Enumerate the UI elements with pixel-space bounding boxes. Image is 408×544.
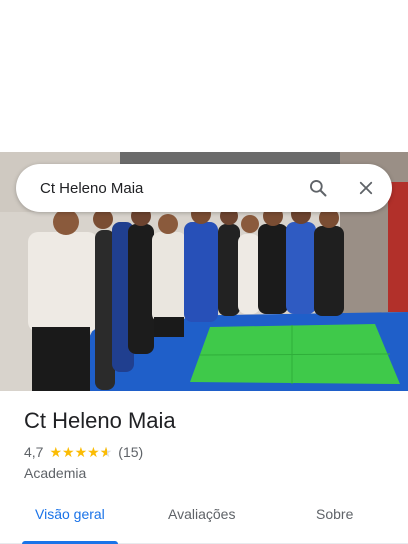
search-bar[interactable]: Ct Heleno Maia xyxy=(16,164,392,212)
tab-about[interactable]: Sobre xyxy=(316,506,353,522)
tab-bar: Visão geral Avaliações Sobre xyxy=(0,496,408,544)
rating-row[interactable]: 4,7 ★ ★ ★ ★ ★ (15) xyxy=(24,444,143,460)
tab-overview[interactable]: Visão geral xyxy=(35,506,105,522)
star-icon: ★ xyxy=(74,444,88,460)
search-input[interactable]: Ct Heleno Maia xyxy=(40,180,282,197)
close-icon[interactable] xyxy=(354,176,378,200)
star-half-icon: ★ xyxy=(100,444,113,460)
place-title: Ct Heleno Maia xyxy=(24,408,176,433)
star-icon: ★ xyxy=(49,444,63,460)
blank-area xyxy=(0,0,408,152)
star-icon: ★ xyxy=(62,444,75,460)
place-category: Academia xyxy=(24,465,87,481)
star-icon: ★ xyxy=(87,444,100,460)
review-count: (15) xyxy=(118,444,144,460)
rating-stars: ★ ★ ★ ★ ★ xyxy=(49,444,112,460)
tab-reviews[interactable]: Avaliações xyxy=(168,506,235,522)
rating-value: 4,7 xyxy=(24,444,44,460)
search-icon[interactable] xyxy=(306,176,330,200)
